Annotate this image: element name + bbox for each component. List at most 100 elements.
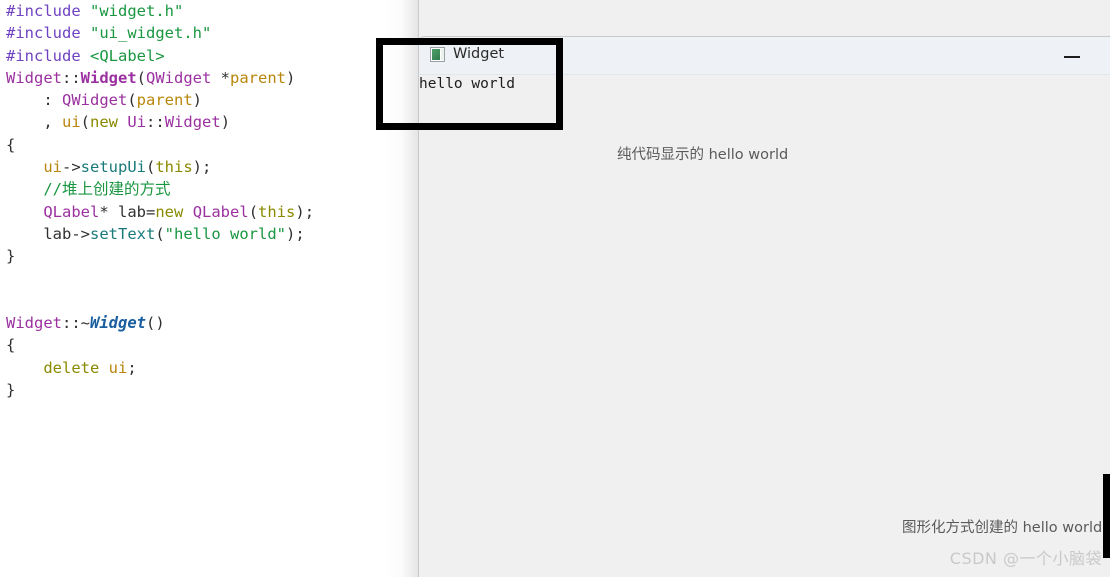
code-token: QLabel <box>43 202 100 221</box>
code-token: -> <box>71 224 90 243</box>
code-token: ( <box>127 91 137 110</box>
code-token: ( <box>248 202 259 221</box>
caption-code-created: 纯代码显示的 hello world <box>617 147 789 163</box>
code-token: #include <box>6 24 90 43</box>
code-token: "widget.h" <box>90 2 184 20</box>
code-line: delete ui; <box>6 357 314 379</box>
code-token: setupUi <box>80 158 146 177</box>
code-token: :: <box>62 68 81 87</box>
qt-window-title: Widget <box>453 46 505 62</box>
code-line: #include "ui_widget.h" <box>6 22 314 44</box>
code-line: } <box>6 245 314 267</box>
code-token: QWidget <box>62 91 128 110</box>
code-token: parent <box>136 91 193 110</box>
code-token: "ui_widget.h" <box>90 24 212 43</box>
code-token: -> <box>62 158 81 177</box>
minimize-icon <box>1064 56 1080 58</box>
code-token: #include <box>6 2 90 20</box>
code-token: setText <box>90 224 156 243</box>
code-token: ( <box>80 113 91 132</box>
code-token: QLabel <box>192 202 249 221</box>
code-token: ); <box>286 224 305 243</box>
code-token: ); <box>192 158 212 177</box>
code-token: } <box>6 381 16 400</box>
code-pane-edge-shadow <box>380 0 419 577</box>
code-line: Widget::~Widget() <box>6 312 314 334</box>
code-token: ) <box>220 113 231 132</box>
code-line: ui->setupUi(this); <box>6 156 314 178</box>
code-token: lab <box>118 202 146 221</box>
code-token: QWidget <box>146 68 212 87</box>
code-token: ( <box>136 68 147 87</box>
csdn-watermark: CSDN @一个小脑袋 <box>949 549 1102 568</box>
code-created-hello-world-label: hello world <box>419 76 516 92</box>
code-token: = <box>146 202 156 221</box>
code-token: "hello world" <box>164 224 286 243</box>
code-token: Widget <box>90 314 146 333</box>
code-token: #include <box>6 46 90 65</box>
code-token: ui <box>108 358 128 377</box>
code-token: ( <box>155 224 165 243</box>
code-token: } <box>6 247 16 266</box>
code-token: ) <box>192 91 203 110</box>
code-token: <QLabel> <box>90 46 165 65</box>
code-line: #include "widget.h" <box>6 0 314 22</box>
code-token: ::~ <box>62 314 90 333</box>
code-token: , <box>6 113 62 132</box>
source-code-text[interactable]: #include "widget.h" #include "ui_widget.h… <box>6 0 314 401</box>
code-token: new <box>90 113 119 132</box>
code-line: : QWidget(parent) <box>6 89 314 111</box>
code-line: , ui(new Ui::Widget) <box>6 111 314 133</box>
code-token: lab <box>43 224 72 243</box>
code-line: lab->setText("hello world"); <box>6 223 314 245</box>
code-token: { <box>6 336 16 355</box>
code-token: Widget <box>80 68 137 87</box>
qt-window-titlebar[interactable]: Widget <box>419 37 1110 75</box>
code-token: Widget <box>6 314 62 333</box>
code-token: parent <box>230 68 287 87</box>
caption-designer-created: 图形化方式创建的 hello world <box>902 520 1103 536</box>
code-token: new <box>155 202 184 221</box>
code-token: Widget <box>6 68 62 87</box>
code-token: ui <box>43 158 62 177</box>
qt-application-window[interactable]: Widget hello world 纯代码显示的 hello world he… <box>418 36 1110 577</box>
code-token: ; <box>127 358 137 377</box>
code-token: : <box>6 91 62 110</box>
code-line: //堆上创建的方式 <box>6 178 314 200</box>
highlight-box-designer-label: hello world <box>1103 474 1110 558</box>
code-line: { <box>6 134 314 156</box>
code-token: () <box>146 314 165 333</box>
code-line: Widget::Widget(QWidget *parent) <box>6 67 314 89</box>
code-line: #include <QLabel> <box>6 45 314 67</box>
code-token: ) <box>286 68 296 87</box>
code-token: delete <box>43 358 100 377</box>
qt-window-title-group: Widget <box>430 46 504 62</box>
code-token: * <box>99 202 118 221</box>
code-line: QLabel* lab=new QLabel(this); <box>6 201 314 223</box>
code-token: * <box>211 68 231 87</box>
minimize-button[interactable] <box>1064 51 1080 63</box>
code-token: ui <box>62 113 81 132</box>
code-line: } <box>6 379 314 401</box>
code-token: Ui <box>127 113 147 132</box>
code-token: this <box>155 158 193 177</box>
code-token: Widget <box>164 113 221 132</box>
app-window-icon <box>430 46 445 62</box>
source-code-pane[interactable]: #include "widget.h" #include "ui_widget.h… <box>0 0 419 577</box>
code-token: ( <box>146 158 156 177</box>
code-token: this <box>258 202 296 221</box>
code-token: ); <box>295 202 315 221</box>
code-token: { <box>6 135 16 154</box>
code-token: :: <box>146 113 165 132</box>
code-line: { <box>6 334 314 356</box>
